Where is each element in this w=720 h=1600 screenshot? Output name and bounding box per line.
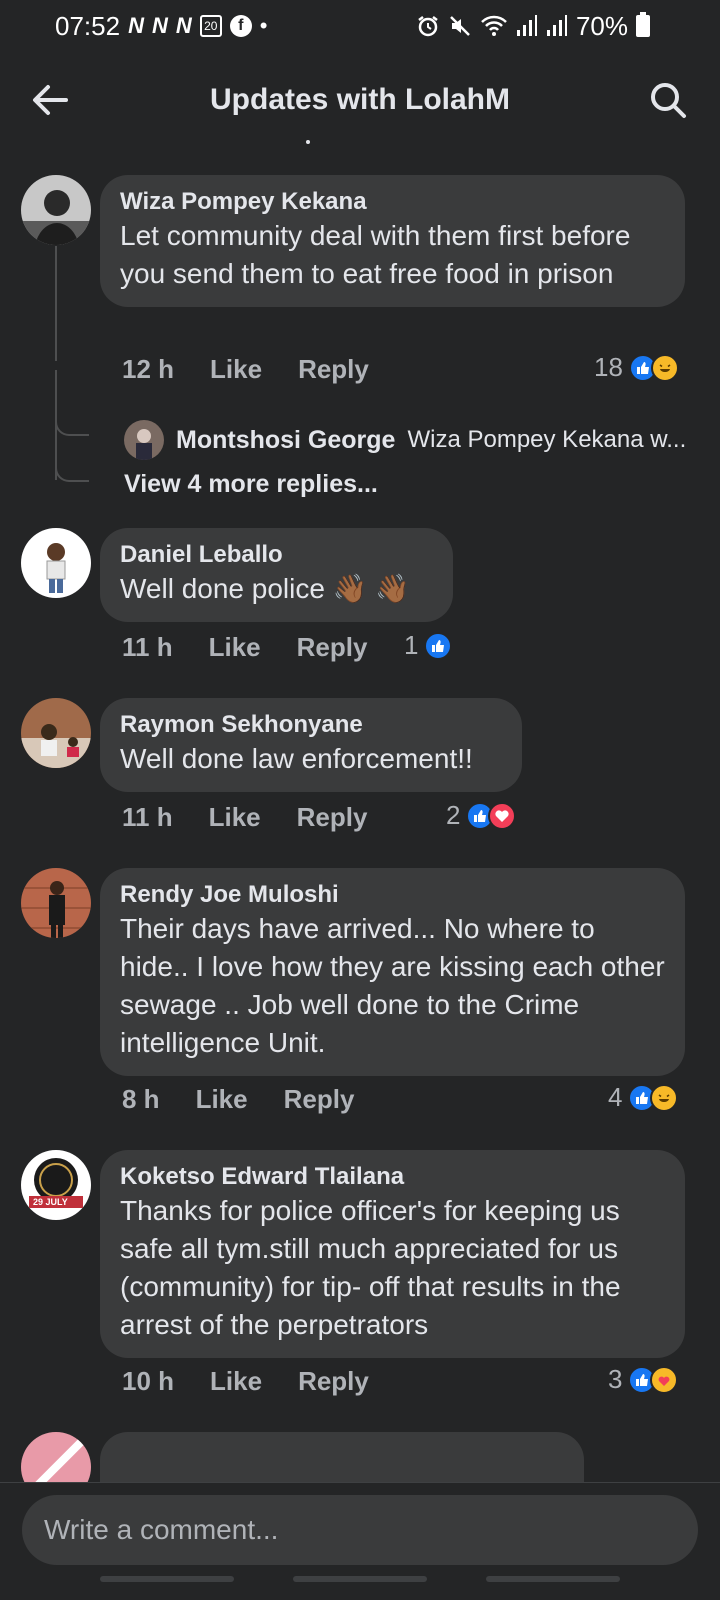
comment-actions: 11 h Like Reply <box>122 632 367 663</box>
comment-text: Thanks for police officer's for keeping … <box>120 1195 621 1340</box>
reaction-summary[interactable]: 4 <box>608 1082 679 1113</box>
avatar-badge-label: 29 JULY <box>33 1197 68 1207</box>
comment-author[interactable]: Wiza Pompey Kekana <box>120 187 665 217</box>
haha-icon <box>650 353 679 382</box>
nav-recents-button[interactable] <box>99 1576 234 1582</box>
comment-bubble[interactable]: Raymon Sekhonyane Well done law enforcem… <box>100 698 522 792</box>
reaction-count: 4 <box>608 1082 623 1112</box>
avatar[interactable] <box>21 868 91 938</box>
avatar[interactable] <box>21 528 91 598</box>
comment-author[interactable]: Rendy Joe Muloshi <box>120 880 665 910</box>
profile-photo-icon <box>21 528 91 598</box>
avatar[interactable]: 29 JULY <box>21 1150 91 1220</box>
comment-bubble[interactable]: Koketso Edward Tlailana Thanks for polic… <box>100 1150 685 1358</box>
reply-button[interactable]: Reply <box>298 1366 369 1397</box>
comment-bubble[interactable]: Rendy Joe Muloshi Their days have arrive… <box>100 868 685 1076</box>
view-more-replies-link[interactable]: View 4 more replies... <box>124 470 378 499</box>
comment-text: Let community deal with them first befor… <box>120 220 631 289</box>
comment-author[interactable]: Raymon Sekhonyane <box>120 710 502 740</box>
reply-button[interactable]: Reply <box>284 1084 355 1115</box>
profile-photo-icon <box>21 1150 91 1220</box>
thread-line <box>55 246 57 361</box>
system-nav-bar <box>0 1576 720 1600</box>
loading-indicator <box>306 140 310 144</box>
love-icon <box>488 801 517 830</box>
like-icon <box>424 631 453 660</box>
reply-button[interactable]: Reply <box>298 354 369 385</box>
avatar[interactable] <box>124 420 164 460</box>
thread-branch <box>55 440 89 482</box>
avatar[interactable] <box>21 698 91 768</box>
thread-branch <box>55 380 89 436</box>
like-button[interactable]: Like <box>210 354 262 385</box>
comment-text: Their days have arrived... No where to h… <box>120 913 665 1058</box>
comment-actions: 8 h Like Reply <box>122 1084 354 1115</box>
comment-time[interactable]: 8 h <box>122 1084 160 1115</box>
reaction-summary[interactable]: 18 <box>594 352 679 383</box>
page-title: Updates with LolahM <box>210 83 510 116</box>
comment-actions: 11 h Like Reply <box>122 802 367 833</box>
like-button[interactable]: Like <box>209 802 261 833</box>
like-button[interactable]: Like <box>210 1366 262 1397</box>
comment-actions: 10 h Like Reply <box>122 1366 369 1397</box>
comment-text: Well done law enforcement!! <box>120 743 473 774</box>
comment-bubble[interactable]: Daniel Leballo Well done police 👋🏾 👋🏾 <box>100 528 453 622</box>
comment-time[interactable]: 12 h <box>122 354 174 385</box>
comment-time[interactable]: 10 h <box>122 1366 174 1397</box>
profile-photo-icon <box>21 175 91 245</box>
haha-icon <box>650 1083 679 1112</box>
reaction-summary[interactable]: 1 <box>404 630 453 661</box>
profile-photo-icon <box>21 1432 91 1482</box>
avatar[interactable] <box>21 175 91 245</box>
reaction-count: 1 <box>404 630 419 660</box>
profile-photo-icon <box>21 868 91 938</box>
avatar[interactable] <box>21 1432 91 1482</box>
comment-input[interactable]: Write a comment... <box>22 1495 698 1565</box>
comments-feed[interactable]: Wiza Pompey Kekana Let community deal wi… <box>0 0 720 1482</box>
profile-photo-icon <box>21 698 91 768</box>
comment-author[interactable]: Daniel Leballo <box>120 540 433 570</box>
reaction-count: 2 <box>446 800 461 830</box>
reply-author[interactable]: Montshosi George <box>176 426 395 455</box>
like-button[interactable]: Like <box>209 632 261 663</box>
reaction-count: 18 <box>594 352 623 382</box>
reply-button[interactable]: Reply <box>297 632 368 663</box>
reaction-summary[interactable]: 3 <box>608 1364 679 1395</box>
search-icon[interactable] <box>646 78 690 122</box>
comment-author[interactable]: Koketso Edward Tlailana <box>120 1162 665 1192</box>
profile-photo-icon <box>124 420 164 460</box>
comment-time[interactable]: 11 h <box>122 802 173 833</box>
like-button[interactable]: Like <box>196 1084 248 1115</box>
reply-button[interactable]: Reply <box>297 802 368 833</box>
reply-text: Wiza Pompey Kekana w... <box>407 426 687 453</box>
comment-bubble[interactable]: Wiza Pompey Kekana Let community deal wi… <box>100 175 685 307</box>
reaction-summary[interactable]: 2 <box>446 800 517 831</box>
comment-text: Well done police 👋🏾 👋🏾 <box>120 573 411 604</box>
comment-bubble[interactable] <box>100 1432 584 1482</box>
top-app-bar: Updates with LolahM <box>0 60 720 140</box>
comment-time[interactable]: 11 h <box>122 632 173 663</box>
comment-actions: 12 h Like Reply <box>122 354 369 385</box>
reaction-count: 3 <box>608 1364 623 1394</box>
care-icon <box>650 1365 679 1394</box>
nav-home-button[interactable] <box>292 1576 427 1582</box>
nav-back-button[interactable] <box>486 1576 621 1582</box>
reply-preview[interactable]: Montshosi George Wiza Pompey Kekana w... <box>124 420 704 460</box>
back-arrow-icon[interactable] <box>28 78 72 122</box>
